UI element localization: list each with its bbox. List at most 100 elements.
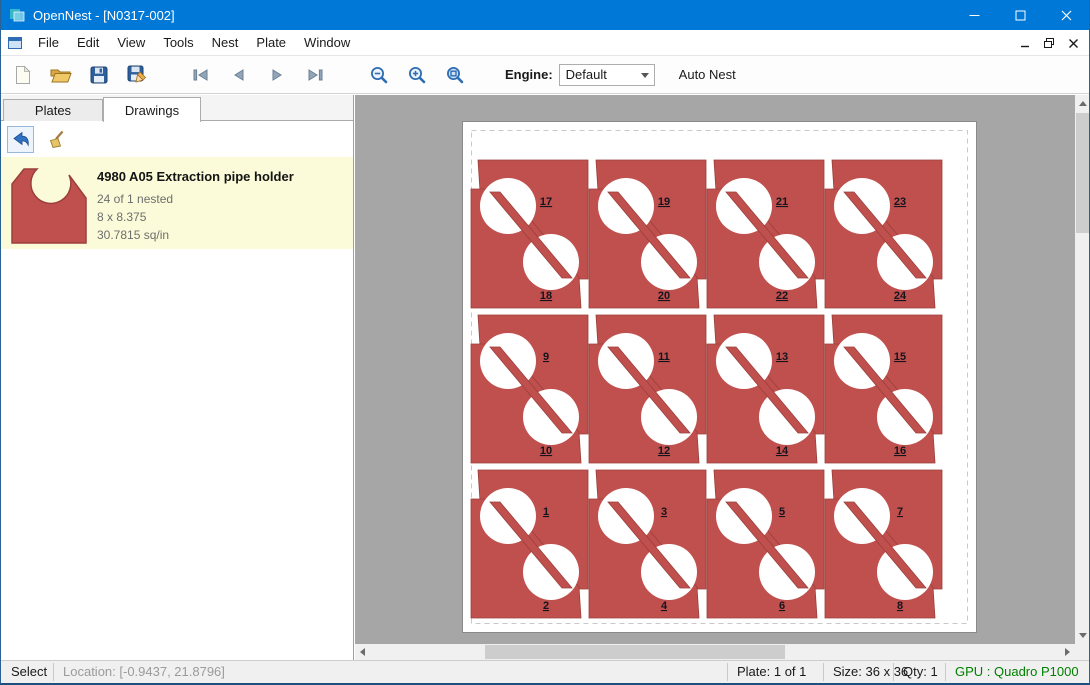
part-number: 12	[658, 445, 670, 457]
menu-edit[interactable]: Edit	[68, 31, 108, 54]
open-button[interactable]	[45, 59, 77, 91]
scrollbar-corner	[1075, 644, 1090, 660]
nest-cluster[interactable]: 56	[707, 470, 824, 618]
drawing-nested-count: 24 of 1 nested	[97, 190, 294, 208]
nest-canvas[interactable]: 171819202122232491011121314151612345678	[355, 95, 1090, 660]
minimize-icon	[969, 10, 980, 21]
nav-first-icon	[191, 67, 211, 83]
engine-select[interactable]: Default	[559, 64, 655, 86]
close-icon	[1061, 10, 1072, 21]
status-bar: Select Location: [-0.9437, 21.8796] Plat…	[1, 660, 1089, 683]
nest-cluster[interactable]: 23 24	[825, 160, 942, 308]
plate-view[interactable]: 171819202122232491011121314151612345678	[462, 121, 977, 633]
main-toolbar: Engine: Default Auto Nest	[1, 56, 1089, 94]
nav-last-button[interactable]	[299, 59, 331, 91]
menu-window[interactable]: Window	[295, 31, 359, 54]
status-size: Size: 36 x 36	[833, 664, 908, 679]
mdi-restore-button[interactable]	[1039, 33, 1059, 53]
part-number: 17	[540, 196, 552, 208]
part-number: 8	[897, 600, 903, 612]
nest-cluster[interactable]: 1112	[589, 315, 706, 463]
tab-plates[interactable]: Plates	[3, 99, 103, 121]
new-button[interactable]	[7, 59, 39, 91]
menu-view[interactable]: View	[108, 31, 154, 54]
part-number: 23	[894, 196, 906, 208]
nest-cluster[interactable]: 1314	[707, 315, 824, 463]
status-gpu: GPU : Quadro P1000	[955, 664, 1079, 679]
part-number: 4	[661, 600, 668, 612]
zoom-in-icon	[407, 65, 427, 85]
nest-cluster[interactable]: 1516	[825, 315, 942, 463]
status-separator	[727, 663, 728, 681]
window-title: OpenNest - [N0317-002]	[33, 8, 175, 23]
menu-plate[interactable]: Plate	[247, 31, 295, 54]
clean-button[interactable]	[42, 126, 69, 153]
horizontal-scroll-thumb[interactable]	[485, 645, 785, 659]
mdi-close-button[interactable]	[1063, 33, 1083, 53]
scroll-left-icon	[360, 648, 365, 656]
nest-cluster[interactable]: 1718	[471, 160, 588, 308]
part-thumbnail	[9, 162, 89, 246]
part-number: 21	[776, 196, 788, 208]
engine-label: Engine:	[505, 67, 553, 82]
mdi-close-icon	[1069, 39, 1078, 48]
status-separator	[823, 663, 824, 681]
auto-nest-button[interactable]: Auto Nest	[673, 63, 742, 86]
nest-cluster[interactable]: 78	[825, 470, 942, 618]
mdi-document-icon	[7, 35, 23, 51]
menu-tools[interactable]: Tools	[154, 31, 202, 54]
scroll-right-icon	[1065, 648, 1070, 656]
zoom-in-button[interactable]	[401, 59, 433, 91]
zoom-out-button[interactable]	[363, 59, 395, 91]
new-file-icon	[14, 65, 32, 85]
menu-nest[interactable]: Nest	[203, 31, 248, 54]
status-mode: Select	[11, 664, 47, 679]
part-number: 22	[776, 290, 788, 302]
status-separator	[893, 663, 894, 681]
part-number: 24	[894, 290, 907, 302]
minimize-button[interactable]	[951, 0, 997, 30]
scroll-down-icon	[1079, 633, 1087, 638]
app-icon	[9, 7, 25, 23]
nav-next-icon	[267, 67, 287, 83]
nest-cluster[interactable]: 910	[471, 315, 588, 463]
drawing-dimensions: 8 x 8.375	[97, 208, 294, 226]
nest-cluster[interactable]: 21 22	[707, 160, 824, 308]
save-edit-button[interactable]	[121, 59, 153, 91]
part-number: 14	[776, 445, 789, 457]
status-plate: Plate: 1 of 1	[737, 664, 806, 679]
zoom-fit-icon	[445, 65, 465, 85]
part-number: 16	[894, 445, 906, 457]
send-back-button[interactable]	[7, 126, 34, 153]
drawing-list-item[interactable]: 4980 A05 Extraction pipe holder 24 of 1 …	[1, 157, 353, 249]
menu-file[interactable]: File	[29, 31, 68, 54]
status-separator	[945, 663, 946, 681]
part-number: 6	[779, 600, 785, 612]
tab-drawings[interactable]: Drawings	[103, 97, 201, 122]
nest-cluster[interactable]: 34	[589, 470, 706, 618]
nav-first-button[interactable]	[185, 59, 217, 91]
chevron-down-icon	[641, 73, 649, 78]
zoom-fit-button[interactable]	[439, 59, 471, 91]
part-number: 19	[658, 196, 670, 208]
vertical-scroll-thumb[interactable]	[1076, 113, 1090, 233]
nav-previous-button[interactable]	[223, 59, 255, 91]
title-bar: OpenNest - [N0317-002]	[1, 0, 1089, 30]
save-icon	[90, 66, 108, 84]
part-number: 18	[540, 290, 552, 302]
status-location: Location: [-0.9437, 21.8796]	[63, 664, 225, 679]
status-qty: Qty: 1	[903, 664, 938, 679]
close-button[interactable]	[1043, 0, 1089, 30]
vertical-scrollbar[interactable]	[1075, 95, 1090, 644]
main-area: PlatesDrawings	[1, 95, 1089, 660]
save-edit-icon	[127, 65, 147, 84]
nest-cluster[interactable]: 12	[471, 470, 588, 618]
nav-next-button[interactable]	[261, 59, 293, 91]
horizontal-scrollbar[interactable]	[355, 644, 1075, 660]
maximize-button[interactable]	[997, 0, 1043, 30]
menu-bar: File Edit View Tools Nest Plate Window	[1, 30, 1089, 56]
nest-cluster[interactable]: 1920	[589, 160, 706, 308]
save-button[interactable]	[83, 59, 115, 91]
nav-previous-icon	[229, 67, 249, 83]
mdi-minimize-button[interactable]	[1015, 33, 1035, 53]
